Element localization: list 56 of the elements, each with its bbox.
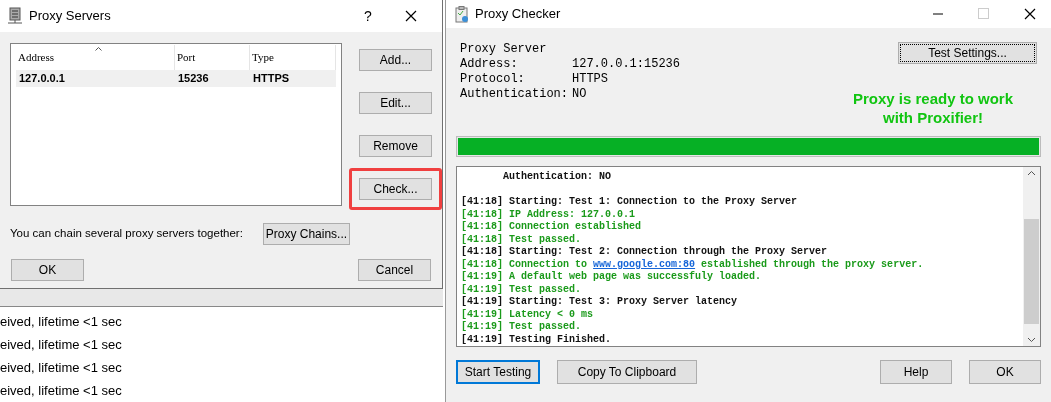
maximize-icon [978,8,990,20]
log-entry: [41:19] Testing Finished. [461,333,613,346]
dialog-button[interactable]: Check... [359,178,432,200]
checker-button[interactable]: OK [969,360,1041,384]
info-label: Protocol: [460,72,526,87]
log-entry: [41:18] IP Address: 127.0.0.1 [461,208,637,221]
window-title: Proxy Checker [475,5,561,24]
info-label: Address: [460,57,519,72]
log-entry: [41:18] Test passed. [461,233,583,246]
info-label: Authentication: [460,87,570,102]
chain-hint: You can chain several proxy servers together: [10,226,243,242]
log-entry: [41:19] Latency < 0 ms [461,308,595,321]
dialog-button[interactable]: Edit... [359,92,432,114]
scroll-thumb[interactable] [1024,219,1039,324]
table-cell-text: 15236 [177,71,210,87]
clipboard-icon [455,5,469,23]
status-message: Proxy is ready to work with Proxifier! [851,89,1015,127]
log-entry: Authentication: NO [502,171,613,184]
log-entry: [41:19] Test passed. [461,321,583,334]
table-cell-text: HTTPS [252,71,291,87]
table-row[interactable]: 127.0.0.1 15236 HTTPS [16,70,336,87]
scroll-down-icon[interactable] [1027,337,1036,343]
log-line: eived, lifetime <1 sec [0,382,123,400]
help-button[interactable]: ? [353,5,383,27]
checker-button[interactable]: Copy To Clipboard [557,360,697,384]
log-link[interactable]: www.google.com:80 [593,258,696,270]
log-line: eived, lifetime <1 sec [0,359,123,377]
window-title: Proxy Servers [29,7,111,26]
ok-button[interactable]: OK [11,259,84,281]
dialog-button[interactable]: Add... [359,49,432,71]
info-value: HTTPS [572,72,608,87]
log-entry: [41:19] Test passed. [461,283,583,296]
log-entry: [41:19] A default web page was successfuly loaded. [461,271,763,284]
dialog-button[interactable]: Remove [359,135,432,157]
test-settings-button[interactable]: Test Settings... [898,42,1037,64]
log-entry: [41:18] Starting: Test 2: Connection through the Proxy Server [461,246,829,259]
server-icon [7,7,23,25]
log-line: eived, lifetime <1 sec [0,336,123,354]
log-entry: [41:18] Starting: Test 1: Connection to the Proxy Server [461,196,799,209]
sort-caret-icon [95,47,102,51]
info-value: NO [572,87,587,102]
info-label: Proxy Server [460,42,548,57]
log-entry: [41:18] Connection to www.google.com:80 established through the proxy server. [461,258,925,271]
scroll-up-icon[interactable] [1027,170,1036,176]
close-icon[interactable] [1024,8,1036,20]
info-value: 127.0.0.1:15236 [572,57,681,72]
checker-button[interactable]: Start Testing [456,360,540,384]
proxy-chains-button[interactable]: Proxy Chains... [262,223,350,245]
cancel-button[interactable]: Cancel [358,259,431,281]
checker-button[interactable]: Help [880,360,952,384]
log-line: eived, lifetime <1 sec [0,313,123,331]
log-entry: [41:18] Connection established [461,221,643,234]
close-icon[interactable] [405,10,417,22]
table-cell-text: 127.0.0.1 [18,71,66,87]
log-entry: [41:19] Starting: Test 3: Proxy Server latency [461,296,739,309]
scrollbar[interactable] [1023,167,1040,346]
